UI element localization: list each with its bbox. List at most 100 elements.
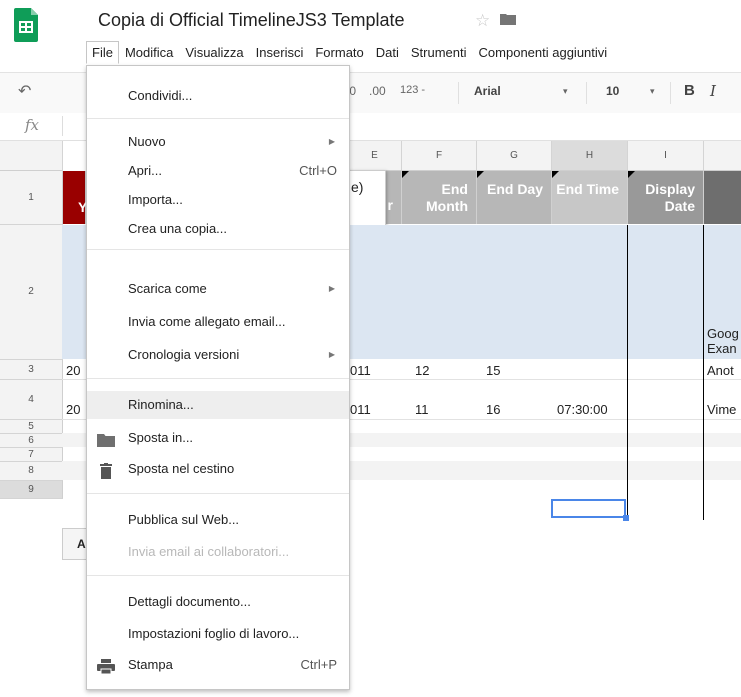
cell-a4[interactable]: 20 — [66, 402, 80, 417]
document-title[interactable]: Copia di Official TimelineJS3 Template — [98, 10, 404, 31]
menu-item-rinomina[interactable]: Rinomina... — [87, 391, 349, 419]
menu-item-dettagli-documento[interactable]: Dettagli documento... — [87, 588, 349, 616]
menu-item-pubblica-web[interactable]: Pubblica sul Web... — [87, 506, 349, 534]
file-menu-dropdown: Condividi... Nuovo ▶ Apri... Ctrl+O Import… — [86, 65, 350, 690]
row-header-8[interactable]: 8 — [0, 462, 63, 481]
undo-icon[interactable]: ↶ — [18, 81, 31, 101]
row-header-1[interactable]: 1 — [0, 171, 63, 225]
increase-decimals-button[interactable]: .00 — [369, 84, 386, 98]
menu-bar: File Modifica Visualizza Inserisci Forma… — [86, 40, 613, 64]
row-header-9[interactable]: 9 — [0, 481, 63, 499]
menu-item-stampa[interactable]: Stampa Ctrl+P — [87, 651, 349, 679]
column-border — [703, 225, 704, 520]
row-header-3[interactable]: 3 — [0, 360, 63, 380]
menu-componenti-aggiuntivi[interactable]: Componenti aggiuntivi — [473, 41, 614, 64]
bold-button[interactable]: B — [684, 82, 695, 99]
row-header-7[interactable]: 7 — [0, 448, 63, 462]
menu-item-cronologia-versioni[interactable]: Cronologia versioni ▶ — [87, 341, 349, 369]
menu-inserisci[interactable]: Inserisci — [250, 41, 310, 64]
column-header-j[interactable] — [704, 141, 741, 171]
menu-separator — [87, 249, 349, 250]
cell-f4[interactable]: 11 — [415, 402, 429, 417]
display-date-label: Display Date — [645, 181, 695, 214]
header-cell-end-month[interactable]: End Month — [402, 171, 477, 224]
menu-item-apri[interactable]: Apri... Ctrl+O — [87, 157, 349, 185]
menu-item-label: Stampa — [128, 657, 173, 672]
sheets-logo[interactable] — [14, 8, 38, 42]
menu-item-impostazioni-foglio[interactable]: Impostazioni foglio di lavoro... — [87, 620, 349, 648]
cell-g4[interactable]: 16 — [486, 402, 500, 417]
column-header-h[interactable]: H — [552, 141, 628, 171]
menu-item-label: Apri... — [128, 163, 162, 178]
cell-h4[interactable]: 07:30:00 — [557, 402, 608, 417]
shortcut-label: Ctrl+O — [299, 163, 337, 178]
menu-item-condividi[interactable]: Condividi... — [87, 82, 349, 110]
cell-f3[interactable]: 12 — [415, 363, 429, 378]
folder-icon — [97, 430, 115, 447]
menu-item-label: Dettagli documento... — [128, 594, 251, 609]
toolbar-separator — [670, 82, 671, 104]
menu-separator — [87, 575, 349, 576]
submenu-arrow-icon: ▶ — [328, 284, 335, 293]
row-header-4[interactable]: 4 — [0, 380, 63, 420]
menu-item-sposta-in[interactable]: Sposta in... — [87, 424, 349, 452]
header-cell-display-date[interactable]: Display Date — [628, 171, 704, 224]
menu-item-crea-copia[interactable]: Crea una copia... — [87, 215, 349, 243]
cell-g3[interactable]: 15 — [486, 363, 500, 378]
row-header-5[interactable]: 5 — [0, 420, 63, 434]
chevron-down-icon[interactable]: ▾ — [650, 86, 655, 97]
header-cell-j[interactable] — [704, 171, 741, 224]
menu-file[interactable]: File — [86, 40, 119, 64]
header-e-label: r — [387, 197, 393, 213]
cell-j3[interactable]: Anot — [707, 363, 734, 378]
font-size-dropdown[interactable]: 10 — [606, 84, 619, 98]
menu-item-label: Impostazioni foglio di lavoro... — [128, 626, 300, 641]
star-icon[interactable]: ☆ — [475, 11, 490, 31]
italic-button[interactable]: I — [710, 82, 716, 100]
selected-cell-h9[interactable] — [551, 499, 626, 518]
menu-item-importa[interactable]: Importa... — [87, 186, 349, 214]
menu-modifica[interactable]: Modifica — [119, 41, 179, 64]
menu-dati[interactable]: Dati — [370, 41, 405, 64]
shortcut-label: Ctrl+P — [300, 657, 337, 672]
formula-divider — [62, 116, 63, 136]
menu-item-label: Importa... — [128, 192, 183, 207]
column-header-i[interactable]: I — [628, 141, 704, 171]
menu-item-label: Rinomina... — [128, 397, 194, 412]
fill-handle[interactable] — [623, 515, 629, 521]
number-format-dropdown[interactable]: 123 - — [400, 84, 425, 96]
cell-j2-line1[interactable]: Goog — [707, 326, 739, 341]
menu-item-label: Scarica come — [128, 281, 207, 296]
menu-visualizza[interactable]: Visualizza — [179, 41, 249, 64]
header-cell-end-day[interactable]: End Day — [477, 171, 552, 224]
font-family-dropdown[interactable]: Arial — [474, 84, 501, 98]
cell-e3[interactable]: 011 — [350, 363, 371, 378]
menu-strumenti[interactable]: Strumenti — [405, 41, 473, 64]
column-header-e[interactable]: E — [348, 141, 402, 171]
menu-item-sposta-cestino[interactable]: Sposta nel cestino — [87, 455, 349, 483]
chevron-down-icon[interactable]: ▾ — [563, 86, 568, 97]
menu-item-invia-allegato[interactable]: Invia come allegato email... — [87, 308, 349, 336]
toolbar-separator — [458, 82, 459, 104]
cell-j4[interactable]: Vime — [707, 402, 736, 417]
corner-cell[interactable] — [0, 141, 63, 171]
row-header-2[interactable]: 2 — [0, 225, 63, 360]
note-text: e) — [351, 179, 364, 195]
cell-e4[interactable]: 011 — [350, 402, 371, 417]
submenu-arrow-icon: ▶ — [328, 137, 335, 146]
end-time-label: End Time — [556, 181, 619, 197]
cell-a3[interactable]: 20 — [66, 363, 80, 378]
folder-icon[interactable] — [500, 13, 516, 25]
row-header-6[interactable]: 6 — [0, 434, 63, 448]
column-header-f[interactable]: F — [402, 141, 477, 171]
menu-separator — [87, 118, 349, 119]
menu-item-nuovo[interactable]: Nuovo ▶ — [87, 128, 349, 156]
menu-formato[interactable]: Formato — [309, 41, 369, 64]
menu-item-label: Sposta in... — [128, 430, 194, 445]
column-header-g[interactable]: G — [477, 141, 552, 171]
add-sheet-label: A — [77, 537, 86, 551]
menu-item-scarica-come[interactable]: Scarica come ▶ — [87, 275, 349, 303]
cell-j2-line2[interactable]: Exan — [707, 341, 737, 356]
header-cell-end-time[interactable]: End Time — [552, 171, 628, 224]
header-cell-year[interactable]: Y — [62, 171, 87, 224]
